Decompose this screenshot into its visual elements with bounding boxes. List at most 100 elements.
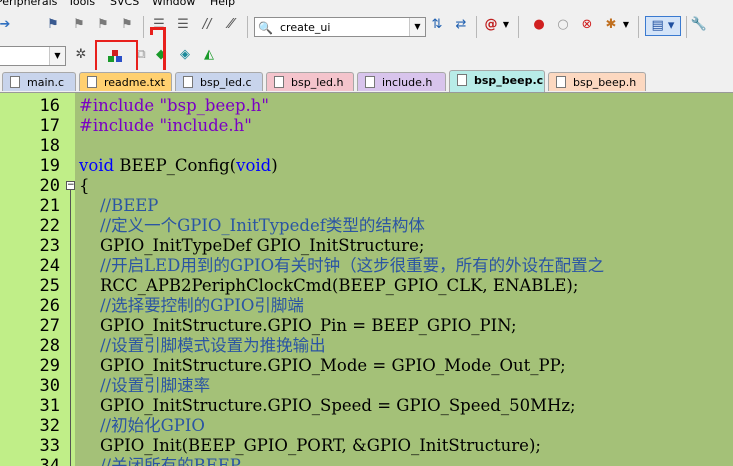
- comment-icon[interactable]: //: [198, 16, 216, 34]
- flag-icon[interactable]: ⚑: [44, 16, 62, 34]
- code-line[interactable]: #include "bsp_beep.h": [79, 96, 269, 116]
- toolbar-separator: [638, 16, 639, 38]
- tab-bsp-led-h[interactable]: bsp_led.h: [266, 72, 354, 91]
- line-number: 24: [39, 256, 60, 276]
- fold-margin: [60, 93, 75, 466]
- file-icon: [274, 76, 284, 88]
- code-line[interactable]: //设置引脚速率: [79, 376, 210, 396]
- code-token: void: [79, 156, 115, 175]
- tab-include-h[interactable]: include.h: [357, 72, 446, 91]
- code-token: BEEP_Config(: [114, 156, 237, 175]
- file-icon: [87, 76, 97, 88]
- chevron-down-icon[interactable]: ▼: [49, 47, 65, 65]
- wand-icon[interactable]: ✲: [72, 46, 90, 64]
- highlight-box: [95, 40, 138, 74]
- menu-help[interactable]: Help: [210, 0, 235, 8]
- line-number: 34: [39, 456, 60, 466]
- toolbar-separator: [143, 16, 144, 38]
- code-line[interactable]: #include "include.h": [79, 116, 252, 136]
- bookmark-clear-icon[interactable]: ⚑: [118, 16, 136, 34]
- line-number: 33: [39, 436, 60, 456]
- file-toolbar: ➔ ⚑ ⚑ ⚑ ⚑ ☰ ☰ // ⁄⁄ 🔍 create_ui ▼ ⇅ ⇄ @ …: [0, 8, 733, 42]
- code-token: GPIO_InitStructure.GPIO_Mode = GPIO_Mode…: [79, 356, 566, 375]
- file-icon: [457, 74, 467, 86]
- menu-window[interactable]: Window: [152, 0, 195, 8]
- code-line[interactable]: //开启LED用到的GPIO有关时钟（这步很重要，所有的外设在配置之: [79, 256, 604, 276]
- line-number: 26: [39, 296, 60, 316]
- bookmark-next-icon[interactable]: ⚑: [94, 16, 112, 34]
- target-select[interactable]: ▼: [0, 46, 66, 66]
- window-layout-icon[interactable]: ▤ ▾: [645, 16, 681, 36]
- tab-bsp-led-c[interactable]: bsp_led.c: [175, 72, 263, 91]
- highlight-arrow-line: [163, 27, 166, 74]
- chevron-down-icon[interactable]: ▼: [617, 16, 635, 34]
- breakpoint-kill-icon[interactable]: ⊗: [578, 16, 596, 34]
- code-token: //选择要控制的GPIO引脚端: [79, 296, 304, 315]
- find-icon: 🔍: [258, 21, 273, 35]
- code-token: GPIO_InitStructure.GPIO_Speed = GPIO_Spe…: [79, 396, 576, 415]
- code-token: "bsp_beep.h": [159, 96, 269, 115]
- bookmark-prev-icon[interactable]: ⚑: [70, 16, 88, 34]
- download-icon[interactable]: ◈: [176, 46, 194, 64]
- file-icon: [10, 76, 20, 88]
- line-number: 22: [39, 216, 60, 236]
- tab-bsp-beep-h[interactable]: bsp_beep.h: [548, 72, 646, 91]
- code-token: //定义一个GPIO_InitTypedef类型的结构体: [79, 216, 425, 235]
- code-line[interactable]: //关闭所有的BEEP: [79, 456, 241, 466]
- line-number: 16: [39, 96, 60, 116]
- file-tab-bar: main.c readme.txt bsp_led.c bsp_led.h in…: [0, 70, 733, 93]
- incremental-find-icon[interactable]: ⇄: [452, 16, 470, 34]
- toolbar-separator: [518, 16, 519, 38]
- fold-toggle-icon[interactable]: −: [66, 181, 75, 190]
- code-token: RCC_APB2PeriphClockCmd(BEEP_GPIO_CLK, EN…: [79, 276, 579, 295]
- code-line[interactable]: void BEEP_Config(void): [79, 156, 278, 176]
- code-line[interactable]: {: [79, 176, 90, 196]
- breakpoint-icon[interactable]: ●: [530, 16, 548, 34]
- unindent-icon[interactable]: ☰: [174, 16, 192, 34]
- multi-project-icon[interactable]: ◭: [200, 46, 218, 64]
- find-combo-value: create_ui: [280, 21, 331, 34]
- tab-readme-txt[interactable]: readme.txt: [79, 72, 172, 91]
- line-number: 23: [39, 236, 60, 256]
- code-line[interactable]: GPIO_InitStructure.GPIO_Speed = GPIO_Spe…: [79, 396, 576, 416]
- arrow-right-icon[interactable]: ➔: [0, 16, 14, 34]
- line-number: 25: [39, 276, 60, 296]
- menu-peripherals[interactable]: Peripherals: [0, 0, 57, 8]
- code-line[interactable]: RCC_APB2PeriphClockCmd(BEEP_GPIO_CLK, EN…: [79, 276, 578, 296]
- code-line[interactable]: //选择要控制的GPIO引脚端: [79, 296, 304, 316]
- code-token: //开启LED用到的GPIO有关时钟（这步很重要，所有的外设在配置之: [79, 256, 605, 275]
- breakpoint-disable-icon[interactable]: ○: [554, 16, 572, 34]
- code-line[interactable]: //初始化GPIO: [79, 416, 205, 436]
- find-combo[interactable]: 🔍 create_ui ▼: [254, 17, 426, 37]
- line-number: 20: [39, 176, 60, 196]
- code-line[interactable]: GPIO_InitStructure.GPIO_Mode = GPIO_Mode…: [79, 356, 566, 376]
- code-token: {: [79, 176, 90, 195]
- menu-svcs[interactable]: SVCS: [110, 0, 139, 8]
- menu-tools[interactable]: Tools: [68, 0, 95, 8]
- code-token: //关闭所有的BEEP: [79, 456, 241, 466]
- code-line[interactable]: GPIO_InitStructure.GPIO_Pin = BEEP_GPIO_…: [79, 316, 517, 336]
- code-line[interactable]: //BEEP: [79, 196, 158, 216]
- toolbar-separator: [476, 16, 477, 38]
- code-line[interactable]: //设置引脚模式设置为推挽输出: [79, 336, 326, 356]
- highlight-arrow-tip: [150, 27, 153, 35]
- file-icon: [365, 76, 375, 88]
- code-line[interactable]: GPIO_Init(BEEP_GPIO_PORT, &GPIO_InitStru…: [79, 436, 541, 456]
- uncomment-icon[interactable]: ⁄⁄: [222, 16, 240, 34]
- code-token: //设置引脚模式设置为推挽输出: [79, 336, 326, 355]
- code-line[interactable]: GPIO_InitTypeDef GPIO_InitStructure;: [79, 236, 424, 256]
- chevron-down-icon[interactable]: ▼: [409, 18, 425, 36]
- line-number: 27: [39, 316, 60, 336]
- code-token: #include: [79, 116, 160, 135]
- code-line[interactable]: //定义一个GPIO_InitTypedef类型的结构体: [79, 216, 425, 236]
- code-token: void: [236, 156, 272, 175]
- code-editor[interactable]: 16 #include "bsp_beep.h" 17 #include "inclu…: [0, 93, 733, 466]
- find-in-files-icon[interactable]: ⇅: [428, 16, 446, 34]
- chevron-down-icon[interactable]: ▼: [497, 16, 515, 34]
- tab-main-c[interactable]: main.c: [2, 72, 76, 91]
- wrench-icon[interactable]: 🔧: [690, 16, 708, 34]
- tab-bsp-beep-c[interactable]: bsp_beep.c: [449, 70, 545, 92]
- diamond-green-icon[interactable]: ◆: [152, 46, 170, 64]
- toolbar-separator: [686, 16, 687, 38]
- code-token: //设置引脚速率: [79, 376, 211, 395]
